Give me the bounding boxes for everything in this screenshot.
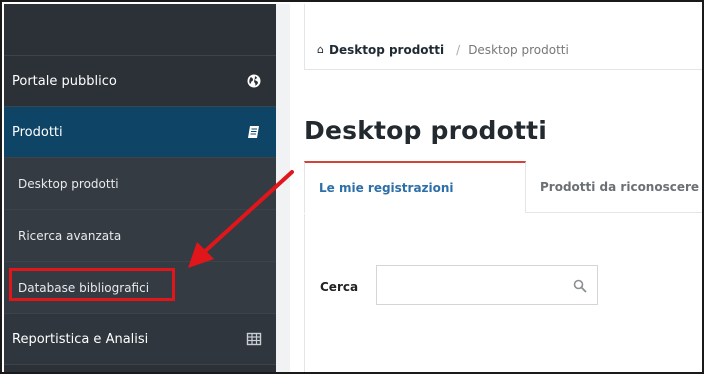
- sidebar-item-label: Portale pubblico: [12, 73, 117, 89]
- tab-bar: Le mie registrazioni Prodotti da riconos…: [304, 161, 702, 215]
- annotation-highlight-box: [9, 268, 175, 301]
- sidebar-header: [4, 4, 276, 56]
- main-content: ⌂ Desktop prodotti / Desktop prodotti De…: [276, 4, 702, 372]
- sidebar: Portale pubblico Prodotti Desktop prodot…: [4, 4, 276, 372]
- sidebar-item-label: Ricerca avanzata: [18, 228, 122, 243]
- sidebar-item-ricerca-avanzata[interactable]: Ricerca avanzata: [4, 210, 276, 262]
- search-icon[interactable]: [573, 278, 587, 293]
- home-icon[interactable]: ⌂: [317, 43, 324, 56]
- globe-icon: [246, 73, 262, 89]
- sidebar-item-desktop-prodotti[interactable]: Desktop prodotti: [4, 158, 276, 210]
- table-icon: [246, 331, 262, 347]
- tab-le-mie-registrazioni[interactable]: Le mie registrazioni: [304, 161, 526, 213]
- breadcrumb-home-link[interactable]: Desktop prodotti: [329, 43, 444, 57]
- breadcrumb: ⌂ Desktop prodotti / Desktop prodotti: [304, 30, 702, 70]
- tab-label: Le mie registrazioni: [319, 181, 454, 195]
- search-input[interactable]: [376, 265, 598, 305]
- sidebar-item-portale-pubblico[interactable]: Portale pubblico: [4, 56, 276, 107]
- screenshot-frame: Portale pubblico Prodotti Desktop prodot…: [0, 0, 704, 374]
- page-title: Desktop prodotti: [304, 116, 548, 145]
- breadcrumb-separator: /: [456, 42, 461, 57]
- sidebar-item-label: Prodotti: [12, 124, 63, 140]
- breadcrumb-current: Desktop prodotti: [468, 42, 569, 57]
- search-label: Cerca: [320, 280, 359, 294]
- book-icon: [246, 124, 262, 140]
- sidebar-item-reportistica-analisi[interactable]: Reportistica e Analisi: [4, 314, 276, 365]
- tab-prodotti-da-riconoscere[interactable]: Prodotti da riconoscere: [526, 161, 702, 213]
- sidebar-item-label: Reportistica e Analisi: [12, 331, 149, 347]
- tab-label: Prodotti da riconoscere: [540, 179, 700, 194]
- sidebar-item-prodotti[interactable]: Prodotti: [4, 107, 276, 158]
- sidebar-item-label: Desktop prodotti: [18, 176, 119, 191]
